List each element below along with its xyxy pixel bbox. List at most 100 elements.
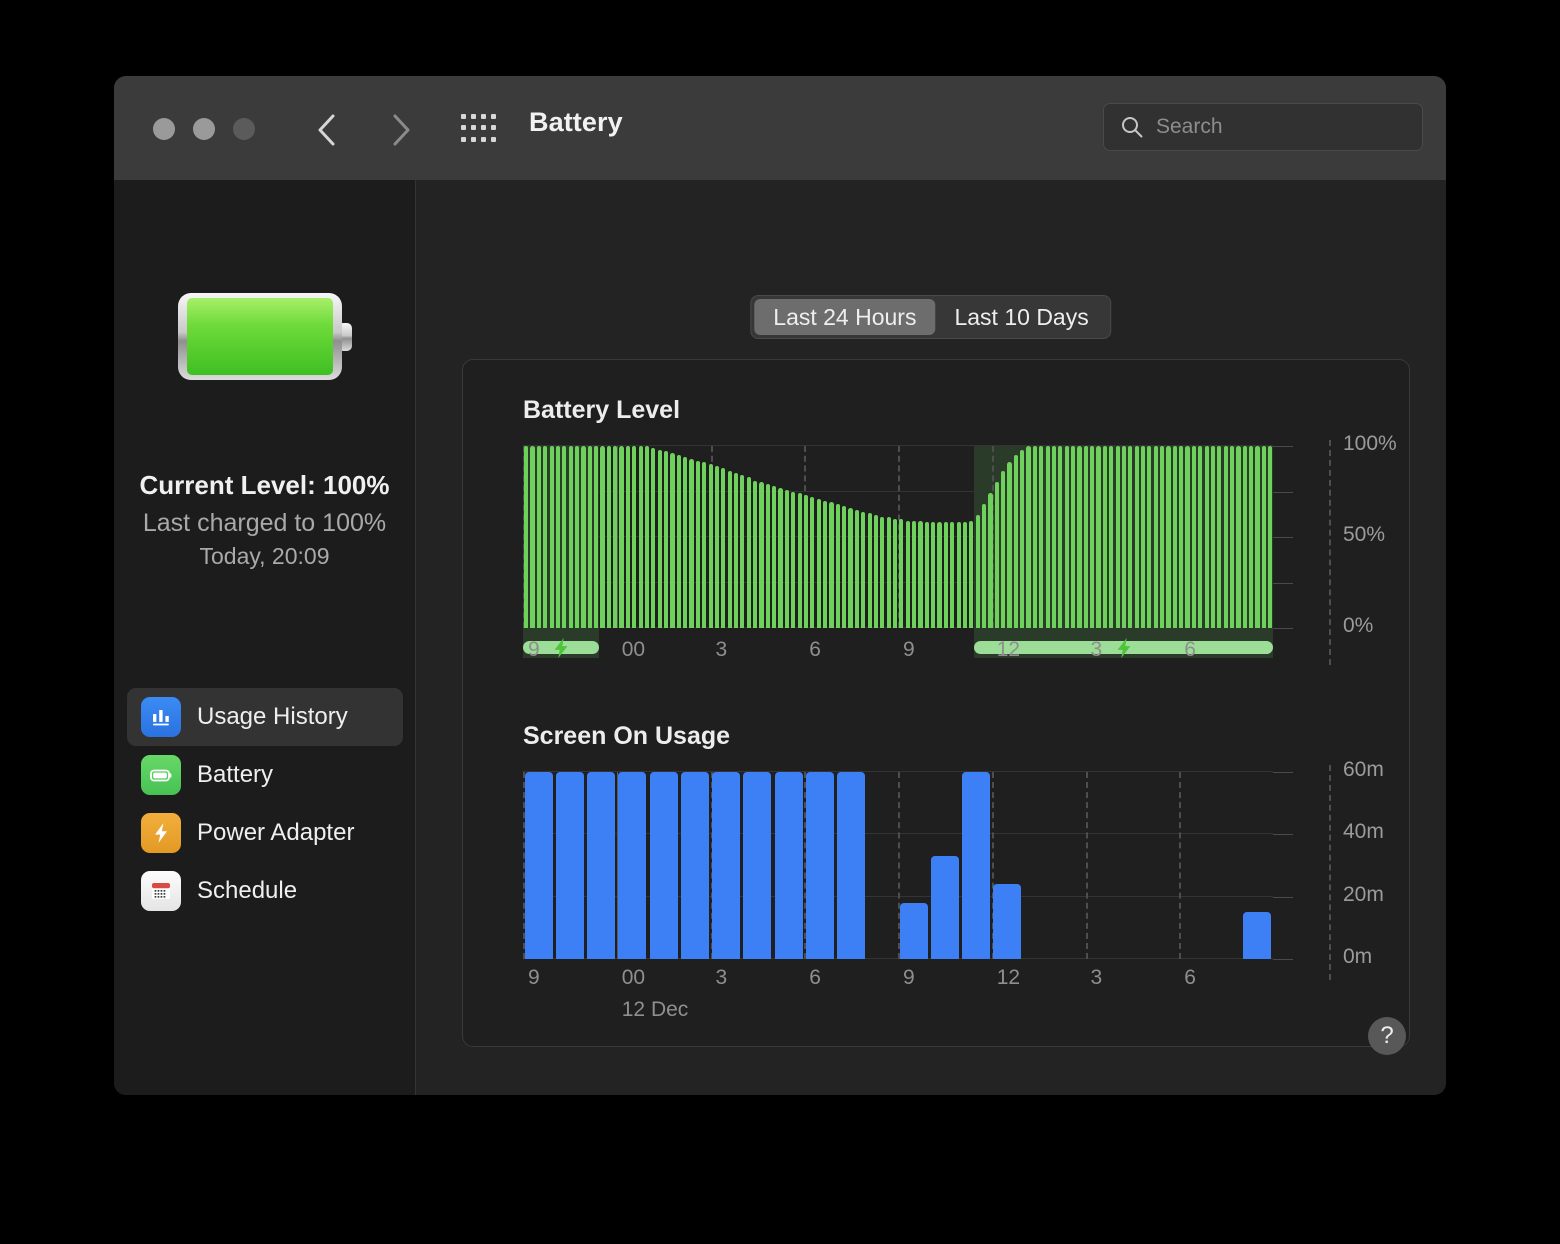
sidebar-item-label: Battery [197,761,274,788]
tab-last-10-days[interactable]: Last 10 Days [935,299,1107,335]
battery-level-chart [523,445,1273,658]
bar [1121,446,1127,628]
bar [683,456,688,628]
bar [981,504,987,628]
bar [562,446,567,628]
search-box[interactable] [1103,103,1423,151]
bar [1179,446,1184,628]
minimize-button[interactable] [193,118,215,140]
sidebar-item-schedule[interactable]: Schedule [127,862,403,920]
bar [1261,446,1266,628]
battery-level-bars [523,446,1273,628]
bar [1045,446,1050,628]
bar [1128,446,1133,628]
screen-on-usage-chart-title: Screen On Usage [523,722,731,750]
bar [651,447,656,628]
sidebar-item-label: Usage History [197,703,348,730]
bar [774,772,803,959]
forward-chevron-icon [393,114,410,146]
sidebar-item-usage-history[interactable]: Usage History [127,688,403,746]
bar [867,513,872,628]
sidebar-item-power-adapter[interactable]: Power Adapter [127,804,403,862]
y-axis-label: 0m [1343,945,1373,968]
back-button[interactable] [306,110,346,150]
bar [937,522,942,628]
bar [905,520,910,628]
help-button[interactable]: ? [1368,1017,1406,1055]
x-axis-label: 3 [1090,638,1103,661]
bar [930,856,959,959]
y-axis-tick [1273,446,1293,447]
bar [1083,446,1088,628]
tab-last-24-hours[interactable]: Last 24 Hours [754,299,936,335]
bar [594,446,599,628]
maximize-button[interactable] [233,118,255,140]
bar [695,460,700,628]
bar [664,451,669,628]
battery-preferences-window: Battery Search Current Level: 100% Last … [114,76,1446,1095]
bar [1229,446,1235,628]
bar [1090,446,1095,628]
bar [1109,446,1114,628]
y-axis-label: 50% [1343,523,1386,546]
bar [618,772,647,959]
bar [1096,446,1101,628]
bar [791,491,796,628]
x-axis-label: 00 [621,638,646,661]
bar [1210,446,1216,628]
bar [969,520,974,628]
bar [733,473,739,628]
search-input[interactable] [1154,114,1388,140]
y-axis-tick [1273,834,1293,836]
bar [810,496,815,628]
bar [1020,449,1025,628]
bar [931,522,936,628]
x-axis-label: 6 [809,638,821,661]
bar [842,506,847,628]
bar [765,484,770,628]
bar [638,446,643,628]
bar [848,507,853,628]
bar [613,446,618,628]
bar [721,467,726,628]
bolt-icon [141,813,181,853]
bar [778,487,783,628]
bar [712,772,741,959]
x-axis-label: 6 [1184,966,1196,989]
bar [1166,446,1171,628]
bar [816,498,821,628]
bar [743,772,772,959]
bar [657,449,662,628]
main-content: Last 24 Hours Last 10 Days Battery Level… [416,180,1446,1095]
last-charged-text: Last charged to 100% [142,509,387,537]
bar [714,466,720,628]
sidebar-item-battery[interactable]: Battery [127,746,403,804]
all-preferences-grid-icon[interactable] [461,114,497,144]
battery-status-block: Current Level: 100% Last charged to 100%… [114,470,415,570]
bar [873,515,879,628]
y-axis-tick [1273,772,1293,773]
bar [772,486,777,628]
current-level-text: Current Level: 100% [139,470,390,500]
bar [702,462,707,628]
y-axis-line [1329,765,1331,980]
x-axis-label: 9 [528,966,540,989]
bar [1153,446,1158,628]
forward-button[interactable] [382,110,422,150]
bar [581,446,586,628]
bar [632,446,637,628]
y-axis-tick [1273,537,1293,538]
bar [1172,446,1177,628]
bar [988,493,993,628]
sidebar: Current Level: 100% Last charged to 100%… [114,180,416,1095]
bar [680,772,709,959]
sidebar-list: Usage History Battery Power Adapter Sche… [127,688,403,920]
x-axis-label: 00 [621,966,646,989]
window-body: Current Level: 100% Last charged to 100%… [114,180,1446,1095]
bar [861,511,866,628]
bar [912,520,917,628]
window-toolbar: Battery [114,76,1446,181]
bar [1102,446,1107,628]
close-button[interactable] [153,118,175,140]
time-range-segmented-control[interactable]: Last 24 Hours Last 10 Days [750,295,1112,339]
